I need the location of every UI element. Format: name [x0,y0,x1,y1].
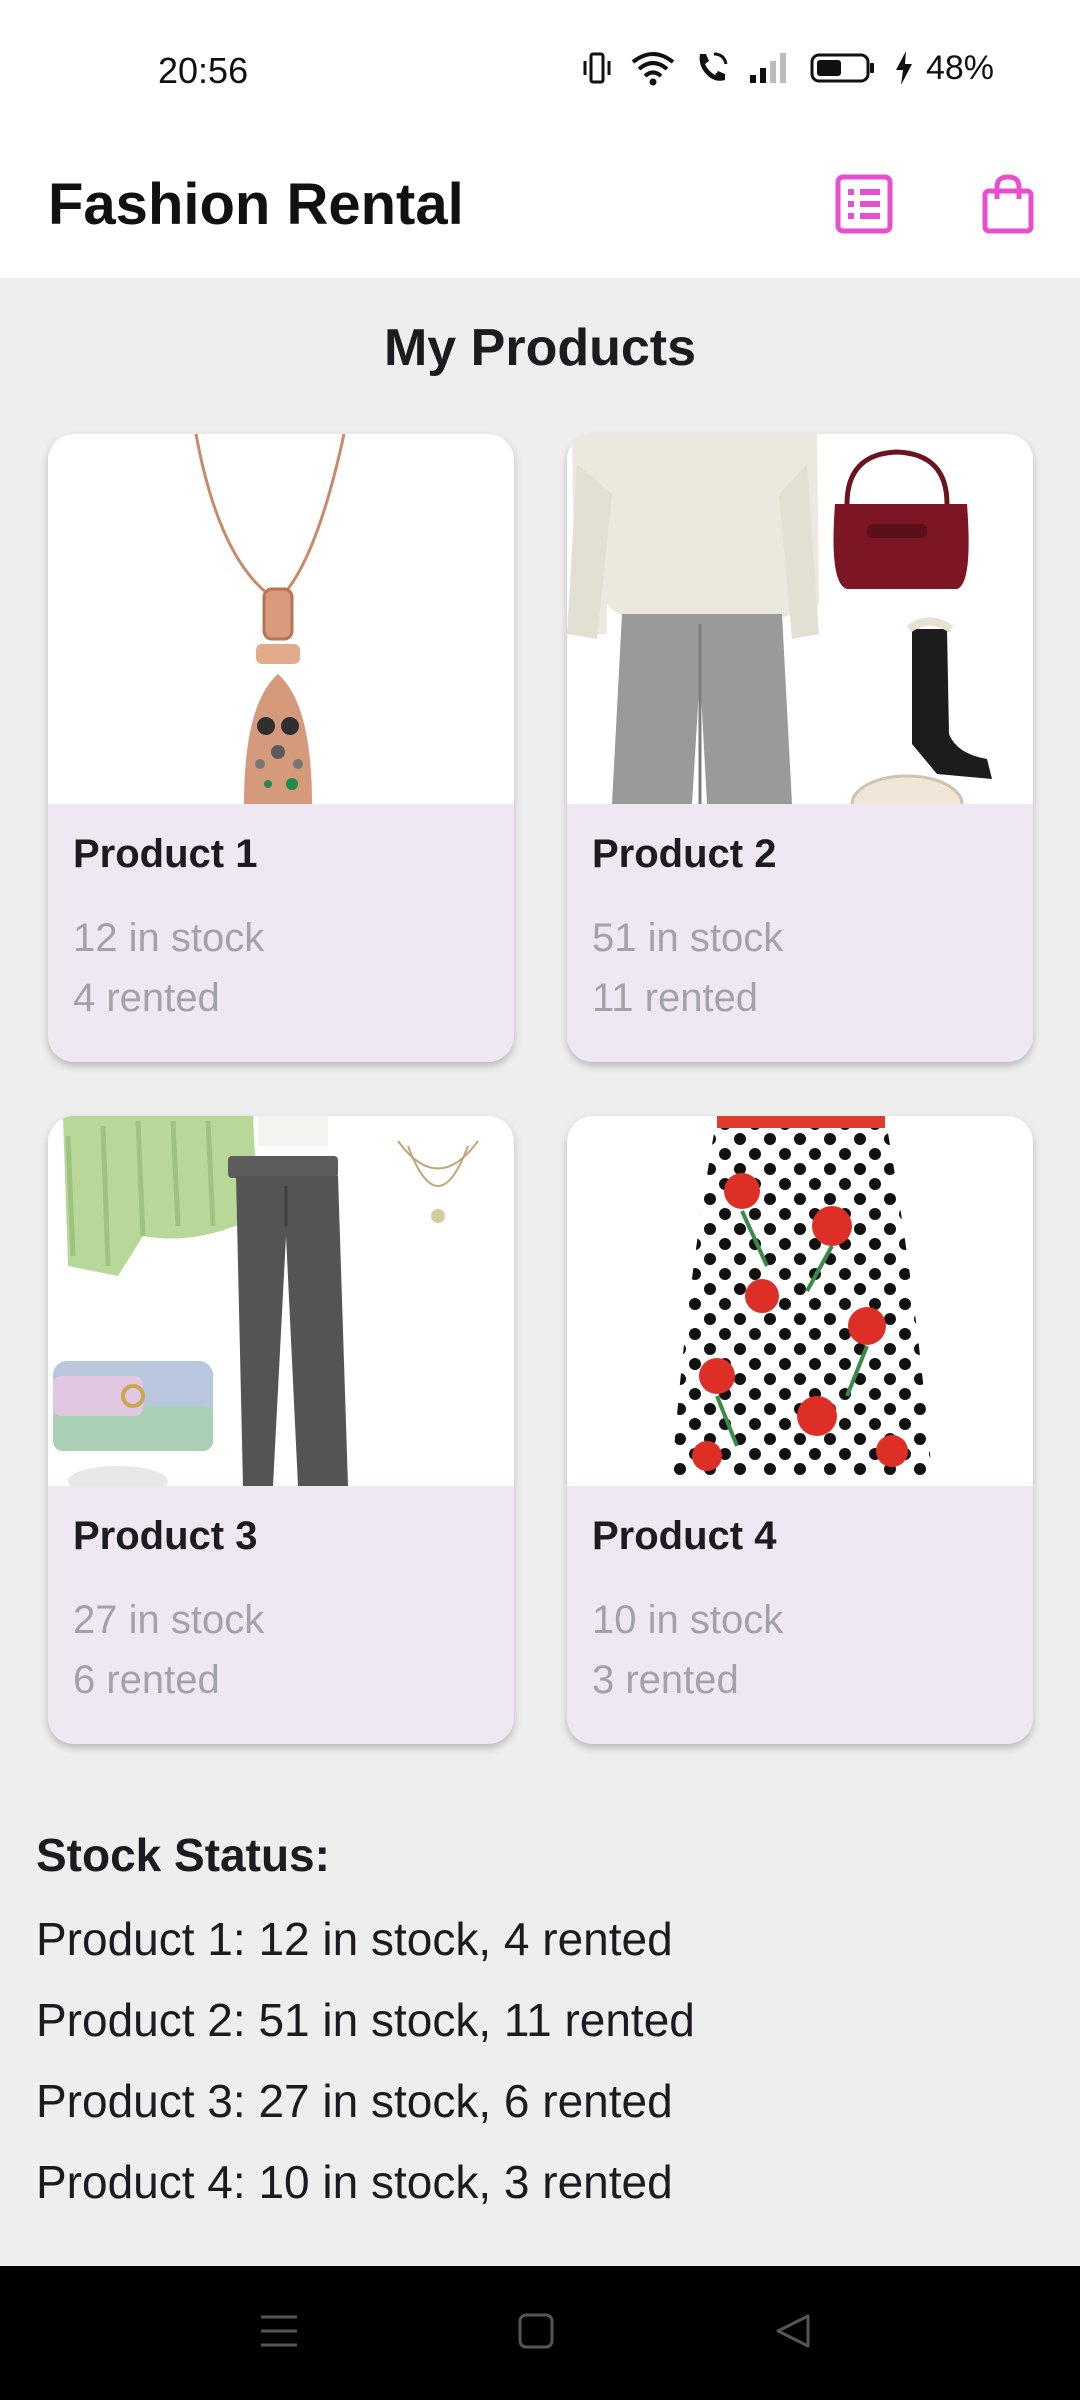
shopping-bag-icon [981,173,1035,240]
product-card[interactable]: Product 1 12 in stock 4 rented [48,434,514,1062]
status-icons: 48% [582,46,994,90]
orders-list-button[interactable] [822,164,906,248]
product-card[interactable]: Product 3 27 in stock 6 rented [48,1116,514,1744]
status-time: 20:56 [158,50,249,91]
product-rented: 6 rented [73,1658,220,1702]
content-area: My Products Product 1 12 in stock 4 rent… [0,278,1080,2266]
product-rented: 3 rented [592,1658,739,1702]
outfit-green-knit-jeans-image [48,1116,514,1486]
section-title: My Products [383,319,697,377]
app-bar: Fashion Rental [0,140,1080,278]
menu-icon [259,2313,299,2354]
wifi-call-icon [694,50,730,86]
recent-apps-button[interactable] [248,2302,310,2364]
product-stock: 51 in stock [592,916,784,960]
stock-status-heading: Stock Status: [36,1829,330,1881]
product-card[interactable]: Product 2 51 in stock 11 rented [567,434,1033,1062]
back-button[interactable] [762,2302,824,2364]
battery-percent: 48% [925,48,994,87]
stock-status-line: Product 4: 10 in stock, 3 rented [36,2156,673,2208]
product-stock: 27 in stock [73,1598,265,1642]
signal-icon [748,51,792,85]
home-icon [517,2312,555,2355]
outfit-sweater-trousers-image [567,434,1033,804]
charging-icon [894,50,914,86]
shopping-bag-button[interactable] [966,164,1050,248]
system-nav-bar [0,2266,1080,2400]
product-card[interactable]: Product 4 10 in stock 3 rented [567,1116,1033,1744]
product-rented: 11 rented [592,976,759,1020]
product-stock: 10 in stock [592,1598,784,1642]
battery-icon [810,51,876,85]
list-icon [834,173,894,240]
stock-status-line: Product 1: 12 in stock, 4 rented [36,1913,673,1965]
stock-status-line: Product 2: 51 in stock, 11 rented [36,1994,695,2046]
product-rented: 4 rented [73,976,220,1020]
polka-dot-floral-skirt-image [567,1116,1033,1486]
status-bar: 20:56 48% [0,0,1080,140]
product-stock: 12 in stock [73,916,265,960]
necklace-image [48,434,514,804]
back-icon [774,2312,812,2355]
stock-status-line: Product 3: 27 in stock, 6 rented [36,2075,673,2127]
product-title: Product 3 [73,1514,258,1558]
home-button[interactable] [505,2302,567,2364]
product-title: Product 4 [592,1514,777,1558]
product-title: Product 2 [592,832,777,876]
wifi-icon [630,50,676,86]
product-title: Product 1 [73,832,258,876]
app-title: Fashion Rental [48,172,464,237]
vibrate-icon [582,51,612,85]
